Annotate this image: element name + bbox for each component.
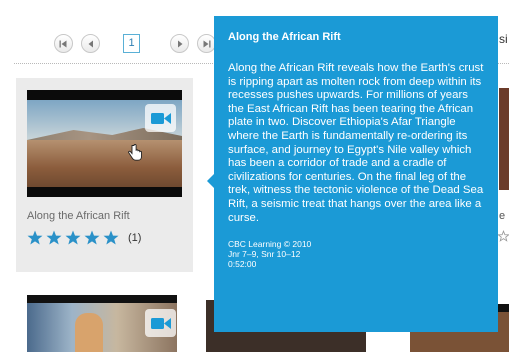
last-page-icon <box>203 40 211 47</box>
video-camera-icon <box>145 104 176 132</box>
next-page-icon <box>177 40 182 47</box>
video-card[interactable]: Along the African Rift (1) <box>16 78 193 272</box>
hand-cursor-icon <box>128 144 142 161</box>
star-icon <box>84 230 100 245</box>
tooltip-publisher: CBC Learning © 2010 <box>228 239 312 250</box>
video-title[interactable]: Along the African Rift <box>27 210 130 222</box>
video-thumbnail-partial[interactable] <box>499 88 509 190</box>
star-outline-icon <box>498 230 509 242</box>
video-title-partial[interactable]: e <box>499 210 505 222</box>
first-page-icon <box>59 40 67 47</box>
pager-edge-text: si <box>499 32 508 46</box>
star-icon <box>65 230 81 245</box>
star-icon <box>103 230 119 245</box>
video-details-tooltip: Along the African Rift Along the African… <box>214 16 498 332</box>
next-page-button[interactable] <box>170 34 189 53</box>
previous-page-icon <box>88 40 93 47</box>
video-thumbnail[interactable] <box>27 295 177 352</box>
video-thumbnail[interactable] <box>27 90 182 197</box>
tooltip-description: Along the African Rift reveals how the E… <box>228 62 484 224</box>
tooltip-grades: Jnr 7–9, Snr 10–12 <box>228 249 301 260</box>
first-page-button[interactable] <box>54 34 73 53</box>
current-page-indicator[interactable]: 1 <box>123 34 140 53</box>
tooltip-meta: CBC Learning © 2010 Jnr 7–9, Snr 10–12 0… <box>228 239 484 269</box>
rating-count: (1) <box>128 231 142 244</box>
star-rating: (1) <box>27 230 141 245</box>
previous-page-button[interactable] <box>81 34 100 53</box>
tooltip-duration: 0:52:00 <box>228 259 257 270</box>
tooltip-title: Along the African Rift <box>228 31 341 43</box>
star-icon <box>46 230 62 245</box>
video-camera-icon <box>145 309 176 337</box>
star-icon <box>27 230 43 245</box>
